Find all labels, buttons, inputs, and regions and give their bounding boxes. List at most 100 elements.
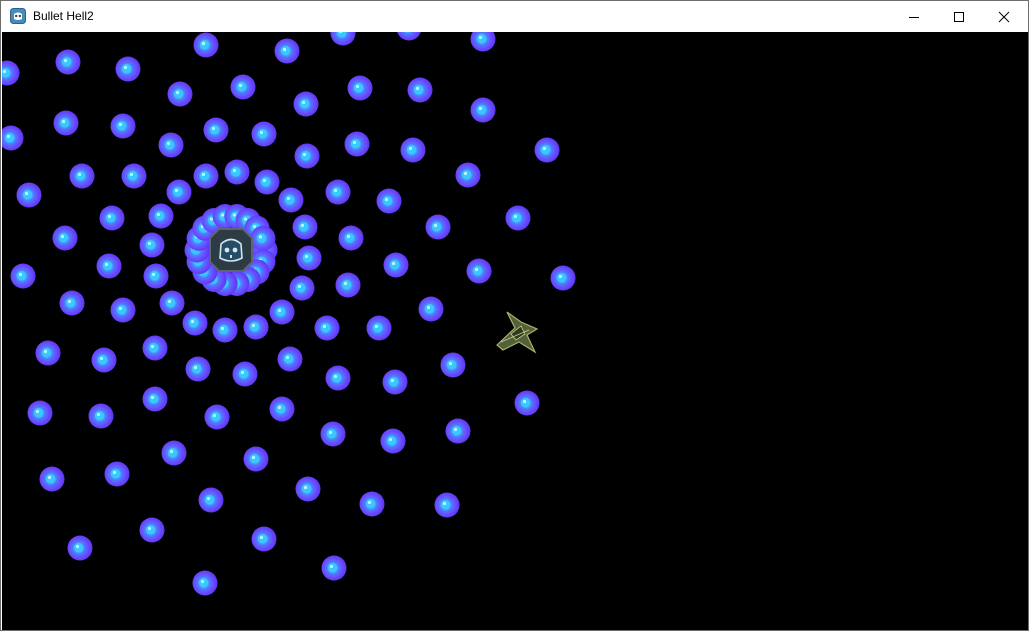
- bullet: [110, 297, 136, 323]
- bullet: [470, 32, 496, 52]
- bullet: [338, 225, 364, 251]
- godot-icon: [10, 8, 26, 24]
- bullet: [325, 365, 351, 391]
- close-icon: [998, 11, 1010, 22]
- bullet: [52, 225, 78, 251]
- bullet-layer: [2, 32, 576, 596]
- bullet: [445, 418, 471, 444]
- bullet: [383, 252, 409, 278]
- bullet: [2, 125, 24, 151]
- bullet: [514, 390, 540, 416]
- bullet: [182, 310, 208, 336]
- bullet: [59, 290, 85, 316]
- bullet: [294, 143, 320, 169]
- bullet: [505, 205, 531, 231]
- bullet: [269, 299, 295, 325]
- bullet: [39, 466, 65, 492]
- game-canvas[interactable]: [2, 32, 1028, 630]
- bullet: [204, 404, 230, 430]
- bullet: [314, 315, 340, 341]
- bullet: [400, 137, 426, 163]
- player-ship: [496, 311, 539, 354]
- bullet: [243, 446, 269, 472]
- bullet: [166, 179, 192, 205]
- bullet: [148, 203, 174, 229]
- bullet: [110, 113, 136, 139]
- bullet: [330, 32, 356, 46]
- bullet: [366, 315, 392, 341]
- bullet: [440, 352, 466, 378]
- bullet: [159, 290, 185, 316]
- bullet: [185, 356, 211, 382]
- bullet: [67, 535, 93, 561]
- bullet: [274, 38, 300, 64]
- title-bar[interactable]: Bullet Hell2: [1, 1, 1028, 32]
- bullet: [455, 162, 481, 188]
- bullet: [380, 428, 406, 454]
- bullet: [193, 32, 219, 58]
- bullet: [139, 517, 165, 543]
- bullet: [99, 205, 125, 231]
- bullet: [269, 396, 295, 422]
- window-title: Bullet Hell2: [33, 9, 94, 23]
- bullet: [16, 182, 42, 208]
- bullet: [203, 117, 229, 143]
- maximize-button[interactable]: [936, 1, 982, 32]
- bullet: [296, 245, 322, 271]
- bullet: [142, 386, 168, 412]
- bullet: [376, 188, 402, 214]
- enemy-boss: [209, 228, 253, 272]
- bullet: [35, 340, 61, 366]
- bullet: [335, 272, 361, 298]
- bullet: [158, 132, 184, 158]
- bullet: [293, 91, 319, 117]
- bullet: [250, 225, 276, 251]
- bullet: [104, 461, 130, 487]
- bullet: [2, 60, 20, 86]
- bullet: [251, 121, 277, 147]
- game-viewport[interactable]: [2, 32, 1028, 630]
- bullet: [278, 187, 304, 213]
- bullet: [359, 491, 385, 517]
- bullet: [10, 263, 36, 289]
- bullet: [139, 232, 165, 258]
- game-window: Bullet Hell2: [0, 0, 1029, 631]
- bullet: [425, 214, 451, 240]
- bullet: [121, 163, 147, 189]
- bullet: [550, 265, 576, 291]
- bullet: [142, 335, 168, 361]
- bullet: [55, 49, 81, 75]
- bullet: [289, 275, 315, 301]
- minimize-icon: [909, 16, 919, 18]
- bullet: [167, 81, 193, 107]
- bullet: [321, 555, 347, 581]
- bullet: [251, 526, 277, 552]
- bullet: [143, 263, 169, 289]
- bullet: [320, 421, 346, 447]
- bullet: [277, 346, 303, 372]
- bullet: [407, 77, 433, 103]
- bullet: [192, 570, 218, 596]
- bullet: [295, 476, 321, 502]
- close-button[interactable]: [981, 1, 1027, 32]
- bullet: [224, 159, 250, 185]
- bullet: [397, 32, 421, 41]
- bullet: [292, 214, 318, 240]
- bullet: [534, 137, 560, 163]
- bullet: [434, 492, 460, 518]
- bullet: [466, 258, 492, 284]
- godot-icon: [219, 238, 243, 262]
- bullet: [470, 97, 496, 123]
- bullet: [88, 403, 114, 429]
- bullet: [382, 369, 408, 395]
- bullet: [232, 361, 258, 387]
- bullet: [418, 296, 444, 322]
- minimize-button[interactable]: [891, 1, 937, 32]
- bullet: [325, 179, 351, 205]
- bullet: [243, 314, 269, 340]
- spaceship-icon: [496, 311, 539, 354]
- bullet: [91, 347, 117, 373]
- bullet: [347, 75, 373, 101]
- bullet: [96, 253, 122, 279]
- bullet: [230, 74, 256, 100]
